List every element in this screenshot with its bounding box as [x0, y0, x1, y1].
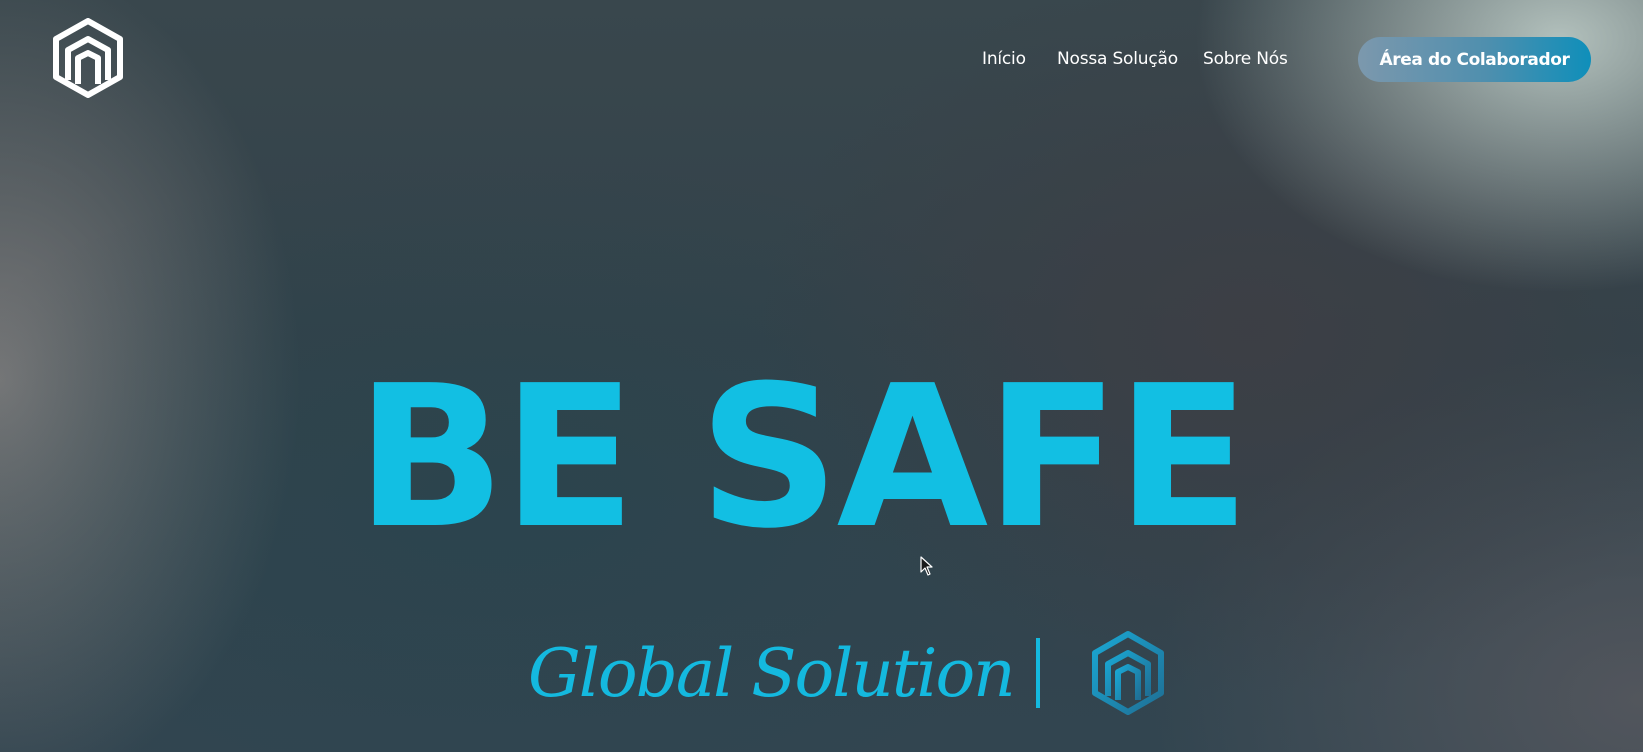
subtitle-divider: [1035, 638, 1040, 708]
hero-subtitle-row: Global Solution: [528, 628, 1166, 718]
nav-inicio-link[interactable]: Início: [982, 49, 1026, 69]
brand-logo-icon[interactable]: [52, 18, 124, 98]
hero-subtitle: Global Solution: [528, 634, 1016, 712]
area-do-colaborador-button[interactable]: Área do Colaborador: [1358, 37, 1591, 82]
nav-nossa-solucao-link[interactable]: Nossa Solução: [1057, 49, 1178, 69]
brand-hexagon-icon: [1091, 631, 1164, 715]
nav-sobre-nos-link[interactable]: Sobre Nós: [1203, 49, 1288, 69]
mouse-pointer-icon: [920, 556, 933, 576]
hero-title: BE SAFE: [355, 344, 1250, 572]
